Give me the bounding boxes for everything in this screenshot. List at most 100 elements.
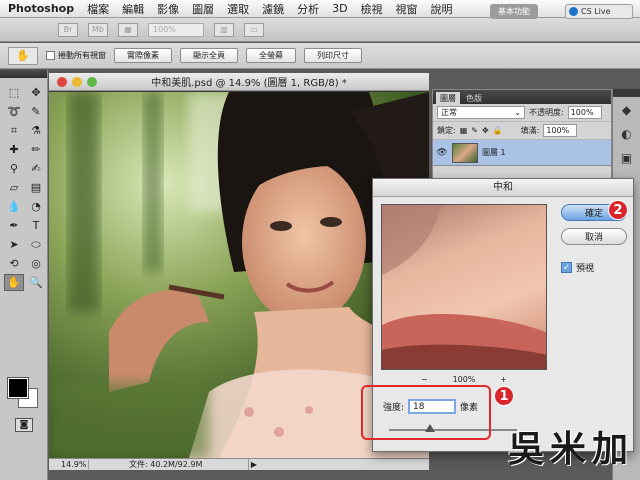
menu-filter[interactable]: 濾鏡 [262, 1, 284, 17]
annotation-highlight-box [361, 385, 491, 440]
blend-row: 正常 ⌄ 不透明度: 100% [433, 104, 611, 122]
dialog-title[interactable]: 中和 [373, 179, 633, 197]
adjustments-icon[interactable]: ◐ [618, 127, 636, 145]
document-title-bar[interactable]: 中和美肌.psd @ 14.9% (圖層 1, RGB/8) * [49, 73, 429, 91]
zoom-in-button[interactable]: + [500, 375, 507, 384]
chevron-down-icon: ⌄ [514, 108, 521, 117]
eraser-tool-icon[interactable]: ▱ [4, 179, 24, 196]
checkbox-box [46, 51, 55, 60]
menu-file[interactable]: 檔案 [87, 1, 109, 17]
quick-selection-tool-icon[interactable]: ✎ [26, 103, 46, 120]
marquee-tool-icon[interactable]: ⬚ [4, 84, 24, 101]
blend-mode-select[interactable]: 正常 ⌄ [437, 106, 525, 119]
menu-layer[interactable]: 圖層 [192, 1, 214, 17]
print-size-button[interactable]: 列印尺寸 [304, 48, 362, 63]
actual-pixels-button[interactable]: 實際像素 [114, 48, 172, 63]
view-extras-icon[interactable]: ▦ [118, 22, 138, 37]
step-badge-2: 2 [608, 200, 628, 220]
lock-pixels-icon[interactable]: ✎ [471, 126, 478, 135]
scroll-all-windows-checkbox[interactable]: 捲動所有視窗 [46, 50, 106, 61]
dodge-tool-icon[interactable]: ◔ [26, 198, 46, 215]
menu-bar: Photoshop 檔案 編輯 影像 圖層 選取 濾鏡 分析 3D 檢視 視窗 … [0, 0, 640, 18]
hand-tool-icon: ✋ [16, 49, 30, 62]
preview-checkbox[interactable]: ✓ 預視 [561, 261, 594, 274]
visibility-eye-icon[interactable]: 👁 [436, 148, 448, 158]
watermark-logo: 吳米加 [508, 428, 635, 470]
layer-row-selected[interactable]: 👁 圖層 1 [433, 140, 611, 166]
layer-thumbnail [452, 142, 478, 163]
status-menu-arrow-icon[interactable]: ▶ [249, 460, 259, 469]
menu-help[interactable]: 說明 [431, 1, 453, 17]
tab-channels[interactable]: 色版 [462, 92, 486, 104]
bridge-icon[interactable]: Br [58, 22, 78, 37]
path-selection-tool-icon[interactable]: ➤ [4, 236, 24, 253]
checkmark-icon: ✓ [561, 262, 572, 273]
menu-analysis[interactable]: 分析 [297, 1, 319, 17]
lock-all-icon[interactable]: 🔒 [493, 126, 503, 135]
workspace-button[interactable]: 基本功能 [490, 4, 538, 19]
status-zoom[interactable]: 14.9% [49, 460, 89, 469]
filter-preview[interactable] [381, 204, 547, 370]
crop-tool-icon[interactable]: ⌗ [4, 122, 24, 139]
menu-select[interactable]: 選取 [227, 1, 249, 17]
menu-window[interactable]: 視窗 [396, 1, 418, 17]
lasso-tool-icon[interactable]: ➰ [4, 103, 24, 120]
preview-image [382, 205, 546, 369]
3d-panel-icon[interactable]: ◆ [618, 103, 636, 121]
layers-panel: 圖層 色版 正常 ⌄ 不透明度: 100% 鎖定: ▦ ✎ ✥ 🔒 填滿: 10… [432, 89, 612, 185]
dock-grip[interactable] [613, 89, 640, 97]
cs-live-button[interactable]: CS Live [565, 4, 633, 19]
zoom-level-select[interactable]: 100% [148, 22, 204, 37]
zoom-tool-icon[interactable]: 🔍 [26, 274, 46, 291]
3d-rotate-tool-icon[interactable]: ⟲ [4, 255, 24, 272]
options-bar: ✋ 捲動所有視窗 實際像素 顯示全頁 全螢幕 列印尺寸 [0, 43, 640, 69]
type-tool-icon[interactable]: T [26, 217, 46, 234]
brush-tool-icon[interactable]: ✏ [26, 141, 46, 158]
pen-tool-icon[interactable]: ✒ [4, 217, 24, 234]
gradient-tool-icon[interactable]: ▤ [26, 179, 46, 196]
blend-mode-value: 正常 [441, 108, 457, 117]
app-menu[interactable]: Photoshop [8, 2, 74, 15]
step-badge-1: 1 [494, 386, 514, 406]
menu-image[interactable]: 影像 [157, 1, 179, 17]
3d-orbit-tool-icon[interactable]: ◎ [26, 255, 46, 272]
fit-screen-button[interactable]: 顯示全頁 [180, 48, 238, 63]
fill-screen-button[interactable]: 全螢幕 [246, 48, 296, 63]
preview-zoom-value: 100% [452, 375, 476, 384]
masks-icon[interactable]: ▣ [618, 151, 636, 169]
tools-panel: ⬚ ✥ ➰ ✎ ⌗ ⚗ ✚ ✏ ⚲ ✍ ▱ ▤ 💧 ◔ ✒ T ➤ ⬭ ⟲ ◎ … [0, 70, 48, 480]
fill-label: 填滿: [520, 126, 540, 135]
clone-stamp-tool-icon[interactable]: ⚲ [4, 160, 24, 177]
status-file-size: 文件: 40.2M/92.9M [89, 459, 249, 470]
foreground-color-swatch[interactable] [8, 378, 28, 398]
shape-tool-icon[interactable]: ⬭ [26, 236, 46, 253]
tool-preset-picker[interactable]: ✋ [8, 46, 38, 65]
menu-3d[interactable]: 3D [332, 2, 347, 15]
cancel-button[interactable]: 取消 [561, 228, 627, 245]
move-tool-icon[interactable]: ✥ [26, 84, 46, 101]
fill-input[interactable]: 100% [543, 124, 578, 137]
layer-name[interactable]: 圖層 1 [482, 147, 506, 158]
blur-tool-icon[interactable]: 💧 [4, 198, 24, 215]
minibridge-icon[interactable]: Mb [88, 22, 108, 37]
history-brush-tool-icon[interactable]: ✍ [26, 160, 46, 177]
cs-live-icon [569, 7, 578, 16]
eyedropper-tool-icon[interactable]: ⚗ [26, 122, 46, 139]
cs-live-label: CS Live [581, 7, 611, 16]
arrange-documents-icon[interactable]: ▥ [214, 22, 234, 37]
scroll-all-windows-label: 捲動所有視窗 [58, 51, 106, 60]
menu-view[interactable]: 檢視 [361, 1, 383, 17]
tab-layers[interactable]: 圖層 [436, 92, 460, 104]
zoom-out-button[interactable]: − [421, 375, 428, 384]
lock-position-icon[interactable]: ✥ [482, 126, 489, 135]
lock-transparent-icon[interactable]: ▦ [460, 126, 468, 135]
preview-label: 預視 [576, 264, 595, 274]
layers-panel-tabs: 圖層 色版 [433, 90, 611, 104]
tools-panel-grip[interactable] [0, 70, 47, 78]
screen-mode-icon[interactable]: ▭ [244, 22, 264, 37]
healing-brush-tool-icon[interactable]: ✚ [4, 141, 24, 158]
hand-tool-icon[interactable]: ✋ [4, 274, 24, 291]
opacity-input[interactable]: 100% [567, 106, 602, 119]
quick-mask-icon[interactable]: ◙ [15, 418, 33, 432]
menu-edit[interactable]: 編輯 [122, 1, 144, 17]
